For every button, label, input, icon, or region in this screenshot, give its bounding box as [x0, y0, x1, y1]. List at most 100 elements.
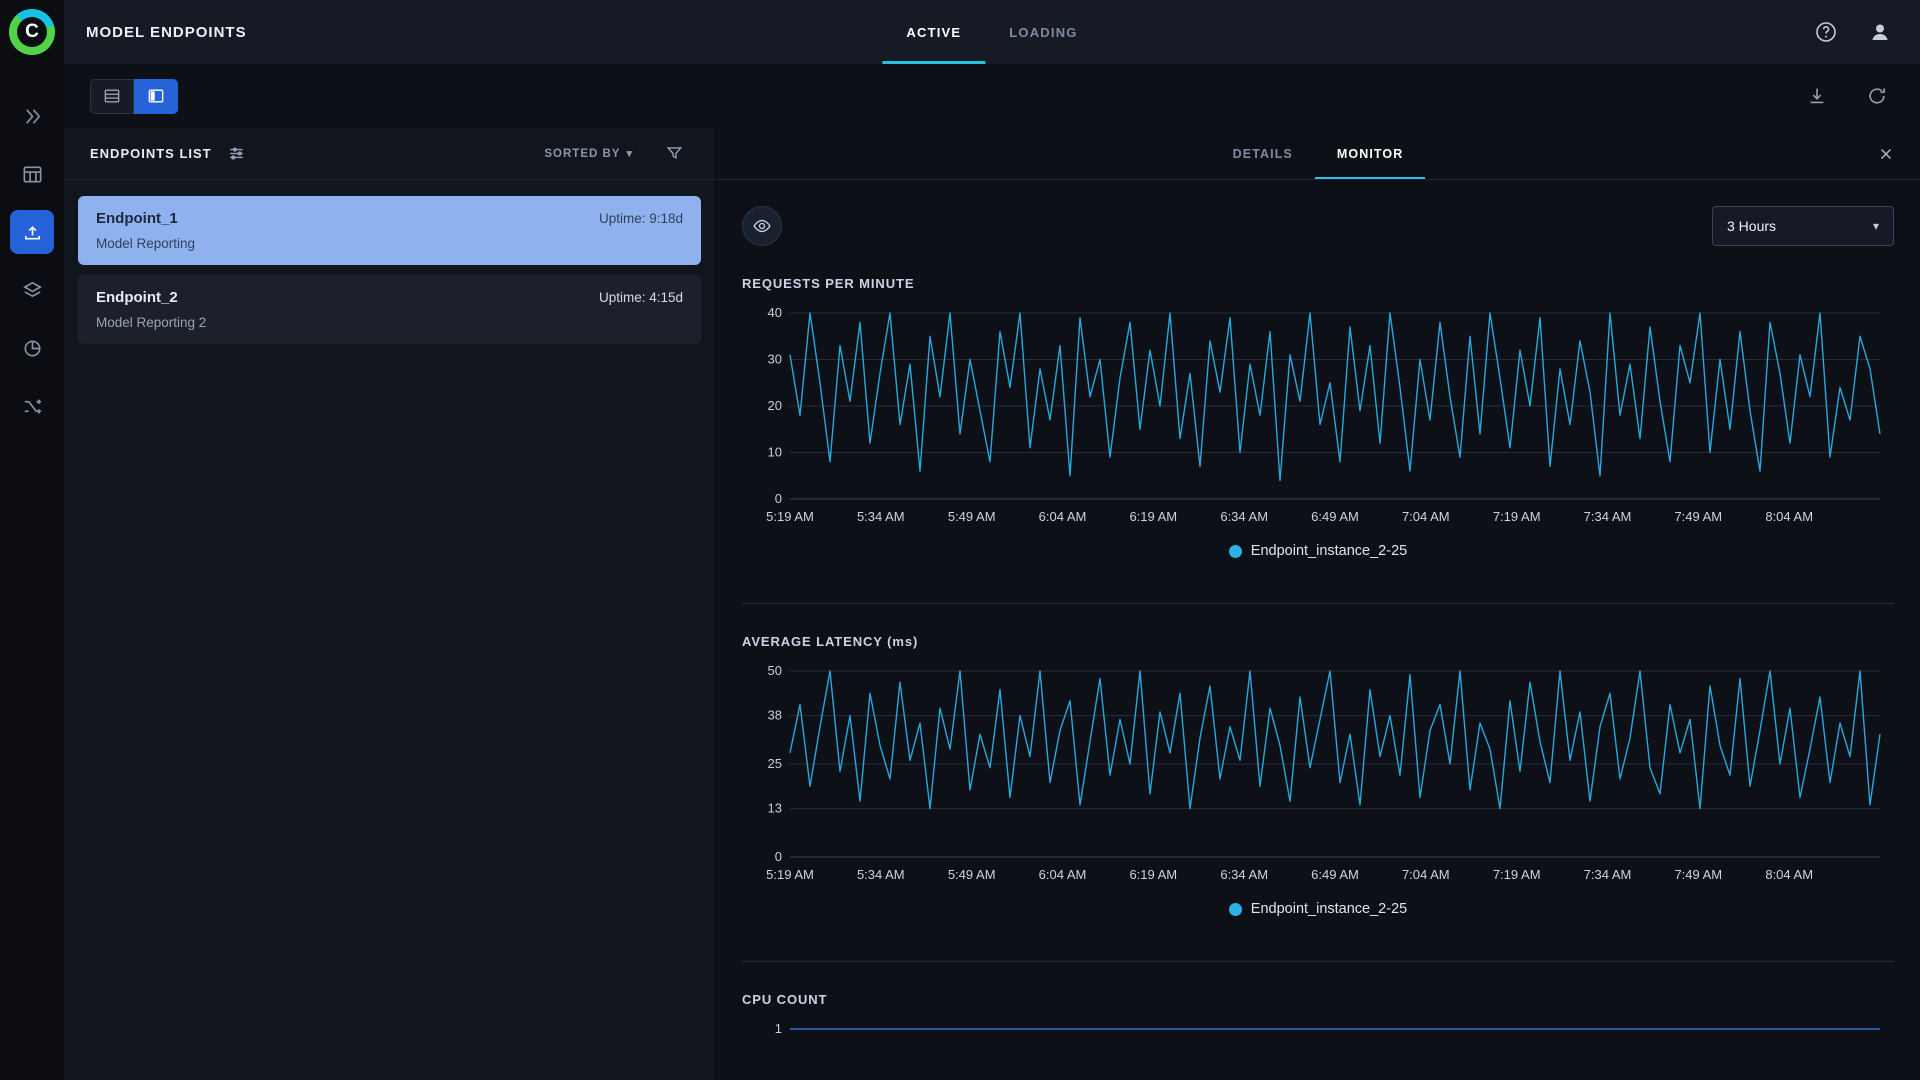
content-area: ENDPOINTS LIST SORTED BY ▾ Endpoint_1 Up…: [64, 128, 1920, 1080]
logo-ring-icon: C: [9, 9, 55, 55]
legend-dot-icon: [1228, 544, 1242, 558]
endpoints-panel: ENDPOINTS LIST SORTED BY ▾ Endpoint_1 Up…: [64, 128, 716, 1080]
tab-details-label: DETAILS: [1232, 146, 1293, 161]
auto-refresh-button[interactable]: [1860, 79, 1894, 113]
sidebar-nav: [10, 94, 54, 428]
tab-loading-label: LOADING: [1009, 24, 1078, 40]
header-actions: [1808, 14, 1898, 50]
svg-text:7:19 AM: 7:19 AM: [1493, 509, 1541, 524]
cpu-chart-title: CPU COUNT: [742, 992, 828, 1007]
double-chevron-right-icon: [25, 108, 40, 124]
time-range-select[interactable]: 3 Hours ▾: [1712, 206, 1894, 246]
svg-text:40: 40: [768, 307, 782, 320]
logo-letter: C: [17, 17, 47, 47]
close-panel-button[interactable]: [1870, 138, 1902, 170]
svg-text:5:34 AM: 5:34 AM: [857, 867, 905, 882]
endpoints-list-title: ENDPOINTS LIST: [90, 146, 212, 161]
legend-label: Endpoint_instance_2-25: [1250, 543, 1408, 559]
svg-text:25: 25: [768, 756, 782, 771]
refresh-icon: [1869, 88, 1885, 104]
endpoint-list: Endpoint_1 Uptime: 9:18d Model Reporting…: [64, 180, 715, 360]
svg-text:8:04 AM: 8:04 AM: [1765, 509, 1813, 524]
svg-text:7:34 AM: 7:34 AM: [1584, 867, 1632, 882]
endpoint-list-item-1[interactable]: Endpoint_1 Uptime: 9:18d Model Reporting: [78, 196, 701, 265]
avatar-button[interactable]: [1862, 14, 1898, 50]
svg-text:5:19 AM: 5:19 AM: [766, 509, 814, 524]
tune-button[interactable]: [222, 139, 252, 169]
page-title: MODEL ENDPOINTS: [86, 23, 247, 41]
toolbar-actions: [1800, 79, 1894, 113]
monitor-panel: DETAILS MONITOR 3 Hours ▾ REQUESTS PER M…: [716, 128, 1920, 1080]
svg-text:20: 20: [768, 398, 782, 413]
svg-text:6:19 AM: 6:19 AM: [1129, 509, 1177, 524]
svg-text:1: 1: [775, 1023, 782, 1036]
monitor-body: 3 Hours ▾ REQUESTS PER MINUTE 0 10 20 30 40 5…: [716, 180, 1920, 1080]
legend-label: Endpoint_instance_2-25: [1250, 901, 1408, 917]
endpoints-panel-header: ENDPOINTS LIST SORTED BY ▾: [64, 128, 715, 180]
tab-monitor[interactable]: MONITOR: [1314, 128, 1426, 179]
svg-text:7:34 AM: 7:34 AM: [1584, 509, 1632, 524]
svg-text:5:19 AM: 5:19 AM: [766, 867, 814, 882]
average-latency-chart: 0 13 25 38 50 5:19 AM 5:34 AM 5:49 AM 6:04 AM 6:1…: [766, 665, 1881, 882]
sidebar-item-workers[interactable]: [10, 384, 54, 428]
endpoint-uptime: Uptime: 9:18d: [598, 211, 683, 226]
cpu-chart-section: CPU COUNT 15:19 AM5:34 AM5:49 AM6:04 AM6…: [742, 962, 1894, 1080]
help-button[interactable]: [1808, 14, 1844, 50]
toolbar: [64, 64, 1920, 128]
sorted-by-dropdown[interactable]: SORTED BY ▾: [544, 147, 633, 161]
latency-chart-section: AVERAGE LATENCY (ms) 0 13 25 38 50 5:19 AM 5:3…: [742, 604, 1894, 962]
sidebar-item-pipelines[interactable]: [10, 268, 54, 312]
caret-down-icon: ▾: [1872, 219, 1879, 233]
tab-active[interactable]: ACTIVE: [882, 0, 986, 64]
svg-text:6:34 AM: 6:34 AM: [1220, 867, 1268, 882]
endpoint-name: Endpoint_1: [96, 210, 178, 227]
split-view-button[interactable]: [134, 78, 178, 114]
filter-button[interactable]: [659, 139, 689, 169]
requests-chart-section: REQUESTS PER MINUTE 0 10 20 30 40 5:19 AM 5:34…: [742, 246, 1894, 604]
endpoint-uptime: Uptime: 4:15d: [598, 290, 683, 305]
endpoint-row: Endpoint_1 Uptime: 9:18d: [96, 210, 683, 227]
table-view-button[interactable]: [90, 78, 134, 114]
filter-funnel-icon: [666, 147, 682, 159]
cpu-count-chart: 15:19 AM5:34 AM5:49 AM6:04 AM6:19 AM6:34…: [775, 1023, 1880, 1036]
help-icon: [1816, 22, 1836, 42]
sidebar-item-datasets[interactable]: [10, 152, 54, 196]
close-icon: [1880, 148, 1892, 159]
download-icon: [1810, 88, 1824, 104]
top-tabs: ACTIVE LOADING: [882, 0, 1101, 64]
svg-text:8:04 AM: 8:04 AM: [1765, 867, 1813, 882]
svg-text:5:34 AM: 5:34 AM: [857, 509, 905, 524]
svg-text:5:49 AM: 5:49 AM: [948, 509, 996, 524]
view-toggle: [90, 78, 178, 114]
pipelines-icon: [24, 398, 41, 414]
endpoint-row: Endpoint_2 Uptime: 4:15d: [96, 289, 683, 306]
main-column: MODEL ENDPOINTS ACTIVE LOADING ENDPOINTS…: [64, 0, 1920, 1080]
svg-text:6:49 AM: 6:49 AM: [1311, 867, 1359, 882]
clearml-logo[interactable]: C: [0, 0, 64, 64]
svg-text:6:49 AM: 6:49 AM: [1311, 509, 1359, 524]
svg-text:6:34 AM: 6:34 AM: [1220, 509, 1268, 524]
table-view-icon: [104, 89, 120, 103]
chart-legend[interactable]: Endpoint_instance_2-25: [742, 901, 1894, 917]
svg-text:7:49 AM: 7:49 AM: [1674, 867, 1722, 882]
visibility-button[interactable]: [742, 206, 782, 246]
endpoint-list-item-2[interactable]: Endpoint_2 Uptime: 4:15d Model Reporting…: [78, 275, 701, 344]
sidebar-item-model-endpoints[interactable]: [10, 210, 54, 254]
tab-loading[interactable]: LOADING: [985, 0, 1101, 64]
svg-text:0: 0: [775, 849, 782, 864]
tab-details[interactable]: DETAILS: [1211, 128, 1315, 179]
chart-legend[interactable]: Endpoint_instance_2-25: [742, 543, 1894, 559]
endpoint-name: Endpoint_2: [96, 289, 178, 306]
split-view-icon: [148, 89, 163, 103]
tab-monitor-label: MONITOR: [1336, 146, 1404, 161]
requests-per-minute-chart: 0 10 20 30 40 5:19 AM 5:34 AM 5:49 AM 6:04 AM 6:1…: [766, 307, 1881, 524]
sorted-by-label: SORTED BY: [544, 147, 621, 160]
sidebar-item-reports[interactable]: [10, 326, 54, 370]
svg-text:7:04 AM: 7:04 AM: [1402, 509, 1450, 524]
sidebar-item-expand[interactable]: [10, 94, 54, 138]
svg-text:30: 30: [768, 352, 782, 367]
model-endpoints-icon: [24, 225, 40, 240]
caret-down-icon: ▾: [626, 148, 633, 160]
svg-text:5:49 AM: 5:49 AM: [948, 867, 996, 882]
download-button[interactable]: [1800, 79, 1834, 113]
